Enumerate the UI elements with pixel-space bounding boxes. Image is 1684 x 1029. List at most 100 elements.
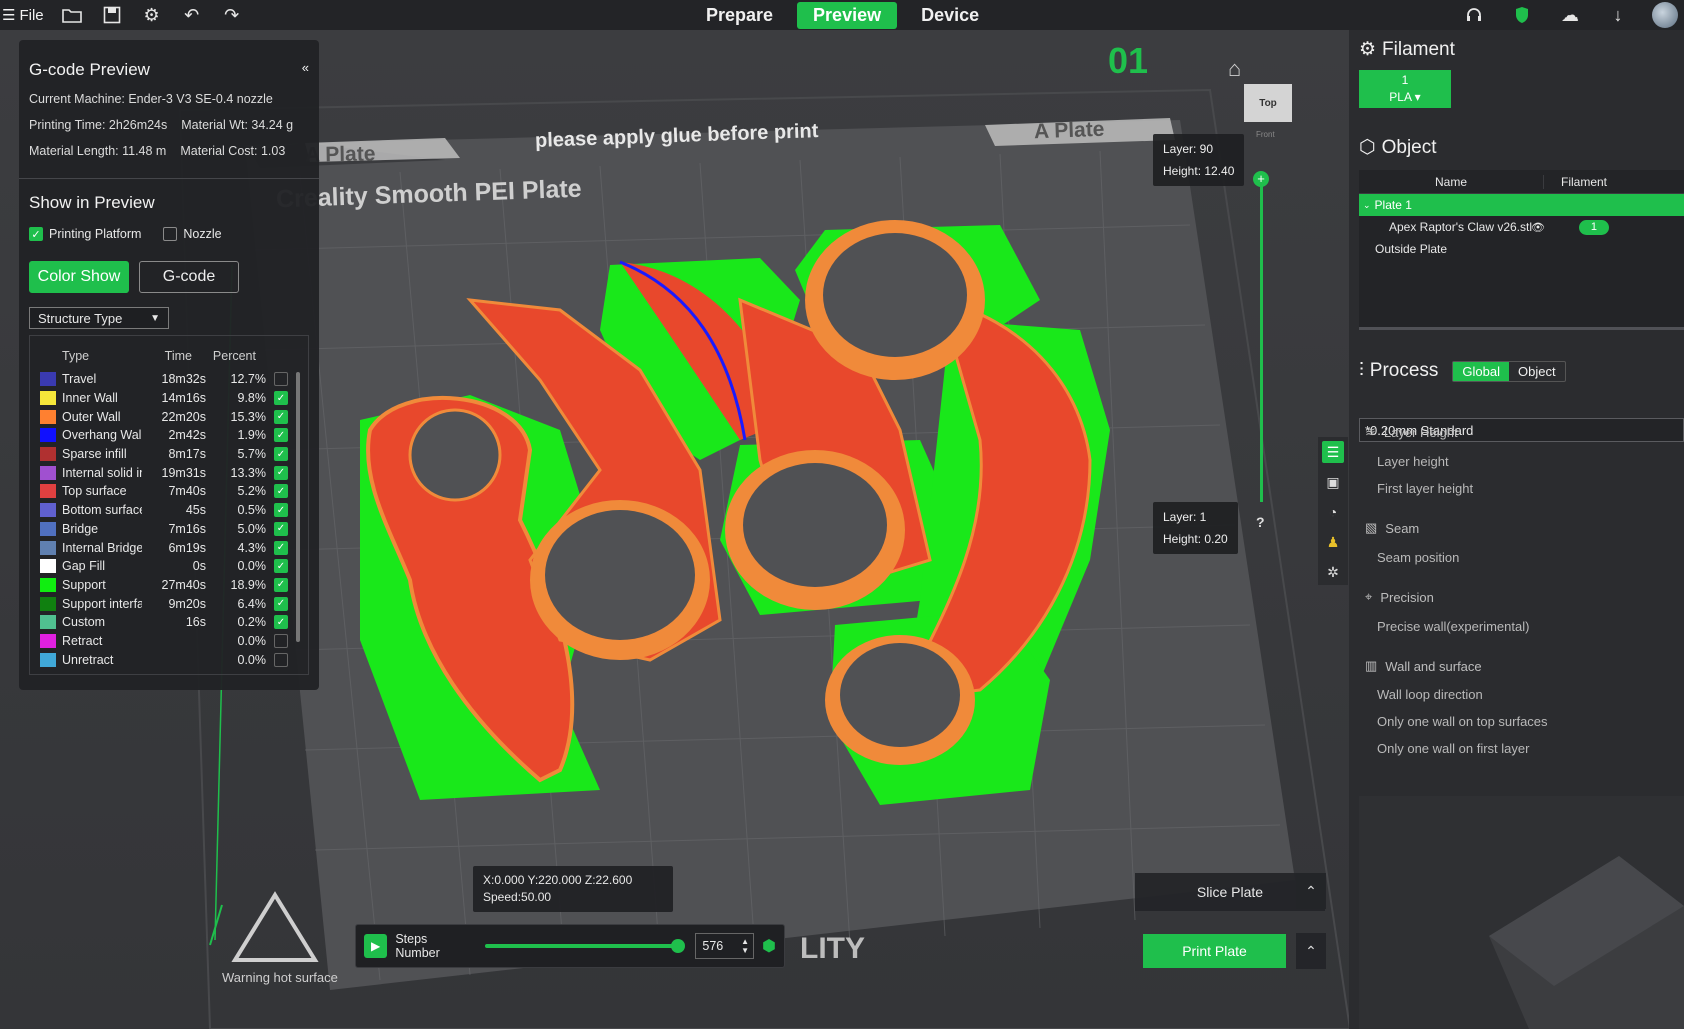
undo-icon[interactable]: ↶ <box>172 0 212 30</box>
setting-wall-loop-direction[interactable]: Wall loop direction <box>1377 687 1483 702</box>
color-show-button[interactable]: Color Show <box>29 261 129 293</box>
slice-options-chevron-up-icon[interactable]: ⌃ <box>1296 873 1326 909</box>
plate-row[interactable]: ⌄ Plate 1 <box>1359 194 1684 216</box>
app-window: ☰ File ⚙ ↶ ↷ Prepare Preview Device ☁ ↓ … <box>0 0 1684 1029</box>
legend-visibility-checkbox[interactable]: ✓ <box>274 428 288 443</box>
legend-visibility-checkbox[interactable]: ✓ <box>274 503 288 518</box>
others-icon[interactable]: ✲ <box>1322 561 1344 583</box>
redo-icon[interactable]: ↷ <box>212 0 252 30</box>
legend-visibility-checkbox[interactable]: ✓ <box>274 391 288 406</box>
legend-visibility-checkbox[interactable]: ✓ <box>274 447 288 462</box>
frame-icon[interactable]: ▣ <box>1322 471 1344 493</box>
gear-icon[interactable]: ⚙ <box>132 0 172 30</box>
legend-percent: 0.5% <box>237 503 267 518</box>
process-title: Process <box>1369 360 1439 381</box>
tab-device[interactable]: Device <box>905 2 995 29</box>
support-icon[interactable]: ♟ <box>1322 531 1344 553</box>
steps-input[interactable]: 576 ▲ ▼ <box>695 933 755 959</box>
toolbar-left: ☰ File ⚙ ↶ ↷ <box>0 0 252 30</box>
collapse-button[interactable]: « <box>302 60 309 80</box>
bed-logo-text: LITY <box>800 932 865 965</box>
legend-swatch <box>40 577 56 592</box>
cloud-upload-icon[interactable]: ☁ <box>1556 0 1584 30</box>
help-button[interactable]: ? <box>1256 514 1265 530</box>
gcode-button[interactable]: G-code <box>139 261 239 293</box>
global-toggle[interactable]: Global <box>1453 361 1509 381</box>
gcode-preview-panel: G-code Preview « Current Machine: Ender-… <box>19 40 319 690</box>
legend-type: Inner Wall <box>62 391 118 406</box>
printing-platform-checkbox[interactable]: ✓ Printing Platform <box>29 227 141 241</box>
legend-visibility-checkbox[interactable] <box>274 633 288 648</box>
legend-time: 9m20s <box>168 596 206 611</box>
expand-icon[interactable]: ⌄ <box>1359 200 1375 211</box>
file-menu[interactable]: ☰ File <box>0 6 52 25</box>
object-filament-badge[interactable]: 1 <box>1578 219 1609 235</box>
legend-row: Top surface 7m40s 5.2% ✓ <box>40 482 298 501</box>
legend-scrollbar[interactable] <box>296 372 300 642</box>
legend-visibility-checkbox[interactable]: ✓ <box>274 465 288 480</box>
layers-icon[interactable]: ⬢ <box>762 936 776 956</box>
height-top-value: Height: 12.40 <box>1163 164 1235 178</box>
steps-slider[interactable] <box>484 939 686 953</box>
legend-swatch <box>40 428 56 443</box>
legend-type: Custom <box>62 615 106 630</box>
legend-visibility-checkbox[interactable]: ✓ <box>274 540 288 555</box>
outside-plate-label: Outside Plate <box>1375 242 1448 256</box>
setting-first-layer-height[interactable]: First layer height <box>1377 481 1473 496</box>
setting-seam-position[interactable]: Seam position <box>1377 550 1459 565</box>
legend-type: Top surface <box>62 484 127 499</box>
legend-visibility-checkbox[interactable]: ✓ <box>274 615 288 630</box>
layer-top-label: Layer: 90 Height: 12.40 <box>1153 134 1245 186</box>
headset-icon[interactable] <box>1460 0 1488 30</box>
view-cube[interactable]: Top <box>1244 84 1292 122</box>
download-icon[interactable]: ↓ <box>1604 0 1632 30</box>
layer-slider-track[interactable] <box>1260 178 1263 502</box>
legend-visibility-checkbox[interactable]: ✓ <box>274 577 288 592</box>
menu-icon: ☰ <box>2 7 16 24</box>
legend-percent: 4.3% <box>237 540 267 555</box>
legend-visibility-checkbox[interactable]: ✓ <box>274 521 288 536</box>
structure-type-value: Structure Type <box>38 310 123 326</box>
outside-plate-row[interactable]: Outside Plate <box>1359 238 1684 260</box>
process-side-toolbar: ☰ ▣ ◔ ♟ ✲ <box>1318 437 1348 585</box>
speed-gauge-icon[interactable]: ◔ <box>1322 501 1344 523</box>
print-options-chevron-up-icon[interactable]: ⌃ <box>1296 933 1326 969</box>
legend-visibility-checkbox[interactable]: ✓ <box>274 596 288 611</box>
object-row[interactable]: Apex Raptor's Claw v26.stl 👁 1 <box>1359 216 1684 238</box>
legend-row: Retract 0.0% <box>40 632 298 651</box>
setting-precise-wall[interactable]: Precise wall(experimental) <box>1377 619 1529 634</box>
setting-one-wall-first-layer[interactable]: Only one wall on first layer <box>1377 741 1529 756</box>
legend-header-time: Time <box>164 349 192 363</box>
steps-slider-handle[interactable] <box>671 939 686 953</box>
avatar[interactable] <box>1652 2 1678 28</box>
object-toggle[interactable]: Object <box>1509 362 1565 381</box>
structure-type-select[interactable]: Structure Type ▼ <box>29 307 169 329</box>
filament-slot-button[interactable]: 1 PLA ▾ <box>1359 70 1451 108</box>
legend-percent: 0.0% <box>237 559 267 574</box>
legend-type: Unretract <box>62 652 114 667</box>
layer-bottom-label: Layer: 1 Height: 0.20 <box>1153 502 1238 554</box>
spinner-icon[interactable]: ▲ ▼ <box>741 937 749 955</box>
legend-visibility-checkbox[interactable]: ✓ <box>274 484 288 499</box>
home-icon[interactable]: ⌂ <box>1228 56 1241 82</box>
visibility-icon[interactable]: 👁 <box>1531 221 1545 234</box>
tab-preview[interactable]: Preview <box>797 1 898 29</box>
tab-prepare[interactable]: Prepare <box>690 2 789 29</box>
legend-visibility-checkbox[interactable]: ✓ <box>274 559 288 574</box>
process-list-icon[interactable]: ☰ <box>1322 441 1344 463</box>
setting-one-wall-top[interactable]: Only one wall on top surfaces <box>1377 714 1548 729</box>
print-plate-button[interactable]: Print Plate <box>1143 934 1286 968</box>
shield-icon[interactable] <box>1508 0 1536 30</box>
layer-slider-top-handle[interactable]: + <box>1253 171 1269 187</box>
setting-layer-height[interactable]: Layer height <box>1377 454 1449 469</box>
open-folder-icon[interactable] <box>52 0 92 30</box>
play-button[interactable]: ▶ <box>364 934 388 958</box>
legend-visibility-checkbox[interactable] <box>274 372 288 387</box>
legend-swatch <box>40 521 56 536</box>
nozzle-checkbox[interactable]: Nozzle <box>163 227 222 241</box>
legend-visibility-checkbox[interactable]: ✓ <box>274 409 288 424</box>
save-icon[interactable] <box>92 0 132 30</box>
legend-visibility-checkbox[interactable] <box>274 652 288 667</box>
legend-percent: 9.8% <box>237 391 267 406</box>
legend-type: Travel <box>62 372 97 387</box>
